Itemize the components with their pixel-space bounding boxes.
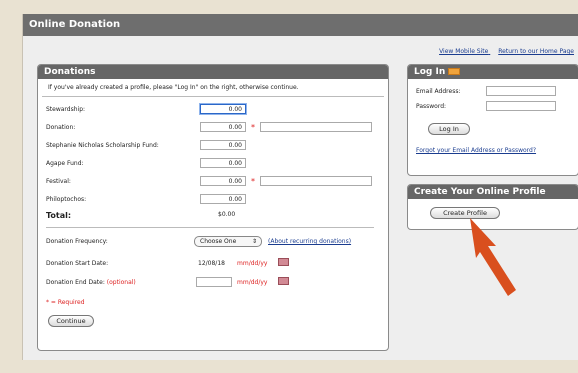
email-field[interactable] [486, 86, 556, 96]
fund-label: Stewardship: [46, 106, 86, 113]
frequency-label: Donation Frequency: [46, 238, 108, 245]
frequency-select[interactable]: Choose One ⇕ [194, 236, 262, 247]
festival-amount-input[interactable]: 0.00 [200, 176, 246, 186]
start-date-label: Donation Start Date: [46, 260, 109, 267]
login-title-text: Log In [414, 67, 446, 77]
page-container: Online Donation View Mobile Site Return … [22, 14, 578, 360]
donation-amount-input[interactable]: 0.00 [200, 122, 246, 132]
fund-label: Philoptochos: [46, 196, 87, 203]
view-mobile-site-link[interactable]: View Mobile Site [439, 48, 488, 55]
date-format-hint: mm/dd/yy [237, 260, 268, 267]
divider [46, 227, 374, 228]
optional-tag: (optional) [106, 279, 136, 286]
total-label: Total: [46, 211, 72, 220]
email-label: Email Address: [416, 88, 461, 95]
fund-label: Stephanie Nicholas Scholarship Fund: [46, 142, 159, 149]
required-marker: * [251, 177, 255, 186]
philoptochos-amount-input[interactable]: 0.00 [200, 194, 246, 204]
continue-button[interactable]: Continue [48, 315, 94, 327]
donations-intro: If you've already created a profile, ple… [42, 79, 384, 97]
total-value: $0.00 [218, 211, 236, 218]
scholarship-amount-input[interactable]: 0.00 [200, 140, 246, 150]
create-profile-title: Create Your Online Profile [408, 185, 578, 199]
stewardship-amount-input[interactable]: 0.00 [200, 104, 246, 114]
login-button[interactable]: Log In [428, 123, 470, 135]
password-field[interactable] [486, 101, 556, 111]
end-date-input[interactable] [196, 277, 232, 287]
required-marker: * [251, 123, 255, 132]
date-format-hint: mm/dd/yy [237, 279, 268, 286]
login-button-label: Log In [439, 125, 459, 133]
end-date-label: Donation End Date: (optional) [46, 279, 136, 286]
password-label: Password: [416, 103, 447, 110]
frequency-selected: Choose One [200, 238, 237, 245]
recurring-donations-link[interactable]: (About recurring donations) [268, 238, 351, 245]
start-date-input[interactable]: 12/08/18 [198, 260, 225, 267]
donations-panel: Donations If you've already created a pr… [37, 64, 389, 351]
forgot-credentials-link[interactable]: Forgot your Email Address or Password? [416, 147, 536, 154]
festival-note-input[interactable] [260, 176, 372, 186]
calendar-icon[interactable] [278, 258, 289, 266]
login-panel: Log In Email Address: Password: Log In F… [407, 64, 578, 176]
home-page-link[interactable]: Return to our Home Page [498, 48, 574, 55]
arrow-shape [470, 218, 516, 296]
donation-note-input[interactable] [260, 122, 372, 132]
calendar-icon[interactable] [278, 277, 289, 285]
pointer-arrow-icon [470, 218, 516, 296]
agape-amount-input[interactable]: 0.00 [200, 158, 246, 168]
fund-label: Donation: [46, 124, 76, 131]
required-note: * = Required [46, 299, 85, 306]
mail-icon [448, 68, 461, 75]
page-header: Online Donation [23, 14, 578, 36]
fund-label: Agape Fund: [46, 160, 84, 167]
login-title: Log In [408, 65, 578, 79]
end-date-text: Donation End Date: [46, 279, 105, 286]
updown-chevron-icon: ⇕ [251, 238, 257, 245]
top-links: View Mobile Site Return to our Home Page [431, 48, 574, 55]
continue-label: Continue [56, 317, 86, 325]
fund-label: Festival: [46, 178, 71, 185]
donations-title: Donations [38, 65, 388, 79]
